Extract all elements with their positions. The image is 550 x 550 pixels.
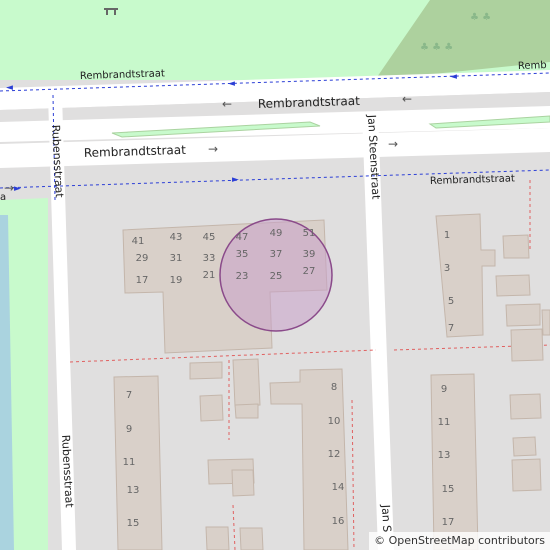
arrow-right-icon: ► (232, 175, 239, 185)
boundary-line (69, 349, 377, 363)
building (541, 309, 550, 336)
tree-icon: ♣ ♣ ♣ (420, 42, 453, 53)
svg-text:37: 37 (270, 249, 283, 260)
arrow-left-icon: ◄ (450, 72, 457, 82)
building (189, 361, 223, 380)
svg-text:39: 39 (303, 249, 316, 260)
building (510, 328, 544, 362)
svg-text:29: 29 (136, 253, 149, 264)
svg-text:11: 11 (438, 417, 451, 428)
svg-text:35: 35 (236, 249, 249, 260)
svg-text:33: 33 (203, 253, 216, 264)
building (512, 436, 537, 457)
svg-text:8: 8 (331, 382, 337, 393)
building (430, 373, 479, 550)
svg-text:11: 11 (123, 457, 136, 468)
svg-text:17: 17 (442, 517, 455, 528)
arrow-left-icon: ← (222, 97, 232, 111)
building (239, 527, 264, 550)
tree-icon: ♣ ♣ (470, 12, 491, 23)
building (509, 393, 542, 420)
svg-text:15: 15 (127, 518, 140, 529)
street-label-rembrandtstraat-path: Rembrandtstraat (430, 173, 515, 187)
svg-text:9: 9 (441, 384, 447, 395)
building (502, 234, 530, 259)
building (234, 403, 259, 419)
svg-text:12: 12 (328, 449, 341, 460)
svg-text:25: 25 (270, 271, 283, 282)
building (205, 526, 230, 550)
building (231, 469, 255, 497)
building (495, 274, 531, 297)
map-canvas[interactable]: ♣ ♣ ♣ ♣ ♣ 41 43 45 47 49 51 29 31 33 35 … (0, 0, 550, 550)
arrow-left-icon: ◄ (6, 83, 13, 93)
boundary-line (232, 504, 236, 550)
building (511, 458, 542, 492)
arrow-right-icon: ► (14, 184, 21, 194)
arrow-left-icon: ← (402, 92, 412, 106)
svg-text:17: 17 (136, 275, 149, 286)
svg-text:7: 7 (126, 390, 132, 401)
svg-text:3: 3 (444, 263, 450, 274)
building (232, 358, 261, 407)
arrow-left-icon: ◄ (228, 79, 235, 89)
svg-text:41: 41 (132, 236, 145, 247)
attribution-link[interactable]: OpenStreetMap contributors (389, 534, 545, 547)
svg-text:27: 27 (303, 266, 316, 277)
building (199, 394, 224, 422)
svg-text:10: 10 (328, 416, 341, 427)
svg-text:23: 23 (236, 271, 249, 282)
boundary-line (351, 399, 355, 550)
svg-text:47: 47 (236, 232, 249, 243)
svg-text:16: 16 (332, 516, 345, 527)
svg-text:1: 1 (444, 230, 450, 241)
building (505, 303, 541, 327)
svg-text:5: 5 (448, 296, 454, 307)
copyright-symbol: © (374, 534, 386, 547)
arrow-right-icon: → (208, 142, 218, 156)
svg-text:43: 43 (170, 232, 183, 243)
arrow-right-icon: → (388, 137, 398, 151)
svg-text:13: 13 (438, 450, 451, 461)
svg-text:7: 7 (448, 323, 454, 334)
street-label-jan-steenstraat-bottom: Jan S (379, 503, 393, 532)
svg-text:15: 15 (442, 484, 455, 495)
arrow-right-icon: → (4, 181, 14, 195)
svg-text:21: 21 (203, 270, 216, 281)
map-view[interactable]: ♣ ♣ ♣ ♣ ♣ 41 43 45 47 49 51 29 31 33 35 … (0, 0, 550, 550)
svg-text:19: 19 (170, 275, 183, 286)
svg-text:49: 49 (270, 228, 283, 239)
map-attribution: © OpenStreetMap contributors (369, 532, 550, 550)
svg-text:31: 31 (170, 253, 183, 264)
svg-text:14: 14 (332, 482, 345, 493)
svg-text:13: 13 (127, 485, 140, 496)
svg-text:51: 51 (303, 228, 316, 239)
svg-text:45: 45 (203, 232, 216, 243)
street-label-rembrandtstraat-edge: Remb (518, 60, 547, 72)
svg-text:9: 9 (126, 424, 132, 435)
